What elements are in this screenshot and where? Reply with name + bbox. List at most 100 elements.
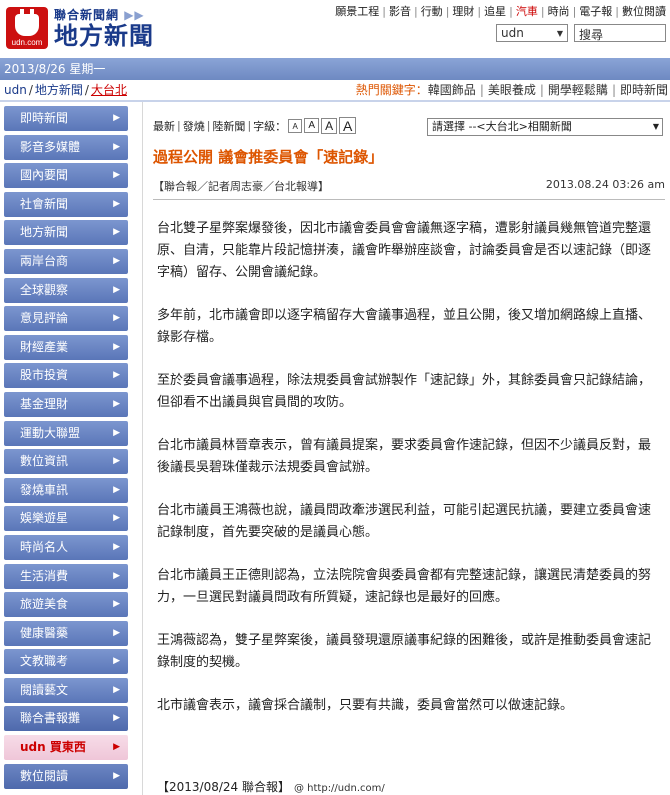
sidebar-item-label: 股市投資 [20, 368, 69, 383]
sidebar-item-label: 國內要聞 [20, 168, 69, 183]
date-bar: 2013/8/26 星期一 [0, 58, 670, 80]
site-logo[interactable]: udn.com 聯合新聞網 ▶▶ 地方新聞 [6, 6, 154, 49]
font-size-s-button[interactable]: A [304, 118, 320, 133]
article-date: 2013.08.24 03:26 am [545, 178, 665, 191]
chevron-right-icon: ▶ [113, 599, 120, 610]
chevron-right-icon: ▶ [113, 427, 120, 438]
sidebar-item[interactable]: 地方新聞 ▶ [4, 220, 128, 246]
sidebar-item[interactable]: 聯合書報攤 ▶ [4, 706, 128, 732]
hot-keyword[interactable]: 韓國飾品 [428, 83, 476, 97]
search-input[interactable]: 搜尋 [574, 24, 666, 42]
sidebar-item[interactable]: 發燒車訊 ▶ [4, 477, 128, 503]
sidebar-item-label: 基金理財 [20, 396, 69, 411]
sidebar-item-label: 全球觀察 [20, 282, 69, 297]
sidebar-item[interactable]: 全球觀察 ▶ [4, 277, 128, 303]
breadcrumb-item[interactable]: 地方新聞 [35, 83, 83, 97]
chevron-right-icon: ▶ [113, 255, 120, 266]
chevron-right-icon: ▶ [113, 313, 120, 324]
logo-top-text: 聯合新聞網 [54, 8, 120, 22]
sidebar-item-label: 兩岸台商 [20, 253, 69, 268]
logo-arrows-icon: ▶▶ [124, 8, 145, 22]
site-select[interactable]: udn ▼ [496, 24, 568, 42]
sidebar-item[interactable]: 閱讀藝文 ▶ [4, 677, 128, 703]
hot-keyword[interactable]: 美眼養成 [488, 83, 536, 97]
chevron-right-icon: ▶ [113, 198, 120, 209]
sidebar-item-label: 旅遊美食 [20, 597, 69, 612]
sidebar-item[interactable]: 時尚名人 ▶ [4, 534, 128, 560]
article-paragraph: 至於委員會議事過程，除法規委員會試辦製作「速記錄」外，其餘委員會只記錄結論，但卻… [157, 373, 652, 410]
chevron-right-icon: ▶ [113, 656, 120, 667]
sidebar-item[interactable]: udn 買東西 ▶ [4, 735, 128, 761]
topnav-item-hot[interactable]: 汽車 [516, 5, 538, 18]
related-news-select-value: 請選擇 --<大台北>相關新聞 [432, 120, 572, 133]
breadcrumb: udn / 地方新聞 / 大台北 [4, 83, 127, 97]
sidebar-item[interactable]: 基金理財 ▶ [4, 391, 128, 417]
sidebar-item[interactable]: 股市投資 ▶ [4, 363, 128, 389]
hot-keyword[interactable]: 即時新聞 [620, 83, 668, 97]
sidebar-item[interactable]: 財經產業 ▶ [4, 334, 128, 360]
topnav-item[interactable]: 追星 [484, 5, 506, 18]
topnav-item[interactable]: 數位閱讀 [622, 5, 666, 18]
topnav-item[interactable]: 願景工程 [335, 5, 379, 18]
font-size-l-button[interactable]: A [339, 117, 357, 134]
site-header: udn.com 聯合新聞網 ▶▶ 地方新聞 願景工程 | 影音 | 行動 | 理財 | 追星 | 汽… [0, 0, 670, 57]
sidebar-item[interactable]: 影音多媒體 ▶ [4, 134, 128, 160]
article-toolbar: 最新 | 發燒 | 陸新聞 | 字級： A A A A [153, 117, 357, 134]
topnav-item[interactable]: 電子報 [579, 5, 612, 18]
newest-link[interactable]: 最新 [153, 118, 175, 134]
chevron-right-icon: ▶ [113, 541, 120, 552]
sidebar-item[interactable]: 旅遊美食 ▶ [4, 592, 128, 618]
sidebar-nav: 即時新聞 ▶ 影音多媒體 ▶ 國內要聞 ▶ 社會新聞 ▶ 地方新聞 ▶ 兩岸台商 ▶ 全球觀察 ▶ 意見評論… [4, 106, 128, 792]
sidebar-item[interactable]: 文教職考 ▶ [4, 649, 128, 675]
chevron-right-icon: ▶ [113, 141, 120, 152]
sidebar-item[interactable]: 數位資訊 ▶ [4, 449, 128, 475]
sidebar-item[interactable]: 數位閱讀 ▶ [4, 763, 128, 789]
hot-link[interactable]: 發燒 [183, 118, 205, 134]
article-paragraph: 北市議會表示，議會採合議制，只要有共識，委員會當然可以做速記錄。 [157, 698, 574, 713]
sidebar-item[interactable]: 健康醫藥 ▶ [4, 620, 128, 646]
source-label: 【2013/08/24 聯合報】 [157, 780, 290, 794]
chevron-down-icon: ▼ [556, 28, 563, 38]
breadcrumb-item-current[interactable]: 大台北 [91, 83, 127, 97]
hot-keyword[interactable]: 開學輕鬆購 [548, 83, 608, 97]
sidebar-item-label: 影音多媒體 [20, 139, 81, 154]
sidebar-item[interactable]: 運動大聯盟 ▶ [4, 420, 128, 446]
sidebar-item[interactable]: 娛樂遊星 ▶ [4, 506, 128, 532]
sidebar-item-label: 財經產業 [20, 339, 69, 354]
breadcrumb-item[interactable]: udn [4, 83, 27, 97]
topnav-item[interactable]: 行動 [421, 5, 443, 18]
sidebar-item[interactable]: 社會新聞 ▶ [4, 191, 128, 217]
article-body: 台北雙子星弊案爆發後，因北市議會委員會會議無逐字稿，遭影射議員幾無管道完整還原、… [157, 218, 663, 738]
chevron-right-icon: ▶ [113, 770, 120, 781]
sidebar-item[interactable]: 生活消費 ▶ [4, 563, 128, 589]
top-nav: 願景工程 | 影音 | 行動 | 理財 | 追星 | 汽車 | 時尚 | 電子報 | 數位閱讀 [335, 5, 666, 18]
sidebar-item-label: udn 買東西 [20, 740, 86, 755]
source-url[interactable]: @ http://udn.com/ [294, 783, 385, 794]
sidebar-item-label: 數位閱讀 [20, 768, 69, 783]
topnav-item[interactable]: 理財 [452, 5, 474, 18]
font-size-m-button[interactable]: A [321, 117, 338, 134]
article-paragraph: 台北市議員王鴻薇也說，議員問政牽涉選民利益，可能引起選民抗議，要建立委員會速記錄… [157, 503, 652, 540]
hot-keywords-label: 熱門關鍵字： [355, 83, 428, 97]
sidebar-item-label: 健康醫藥 [20, 625, 69, 640]
chevron-right-icon: ▶ [113, 227, 120, 238]
related-news-select[interactable]: 請選擇 --<大台北>相關新聞 ▼ [427, 118, 663, 136]
sidebar-item[interactable]: 兩岸台商 ▶ [4, 248, 128, 274]
article-title: 過程公開 議會推委員會「速記錄」 [153, 148, 384, 166]
article-paragraph: 王鴻薇認為，雙子星弊案後，議員發現還原議事紀錄的困難後，或許是推動委員會速記錄制… [157, 633, 652, 670]
chevron-right-icon: ▶ [113, 484, 120, 495]
chevron-down-icon: ▼ [652, 122, 659, 131]
china-news-link[interactable]: 陸新聞 [212, 118, 245, 134]
chevron-right-icon: ▶ [113, 713, 120, 724]
sidebar-item-label: 社會新聞 [20, 196, 69, 211]
sidebar-item-label: 生活消費 [20, 568, 69, 583]
font-size-xs-button[interactable]: A [288, 118, 303, 133]
sidebar-item[interactable]: 即時新聞 ▶ [4, 106, 128, 131]
sidebar-item[interactable]: 國內要聞 ▶ [4, 163, 128, 189]
article-paragraph: 台北雙子星弊案爆發後，因北市議會委員會會議無逐字稿，遭影射議員幾無管道完整還原、… [157, 221, 652, 280]
topnav-item[interactable]: 影音 [389, 5, 411, 18]
article-panel: 最新 | 發燒 | 陸新聞 | 字級： A A A A 請選擇 --<大台北>相關新聞… [142, 102, 670, 795]
topnav-item[interactable]: 時尚 [548, 5, 570, 18]
sidebar-item-label: 數位資訊 [20, 454, 69, 469]
sidebar-item[interactable]: 意見評論 ▶ [4, 306, 128, 332]
